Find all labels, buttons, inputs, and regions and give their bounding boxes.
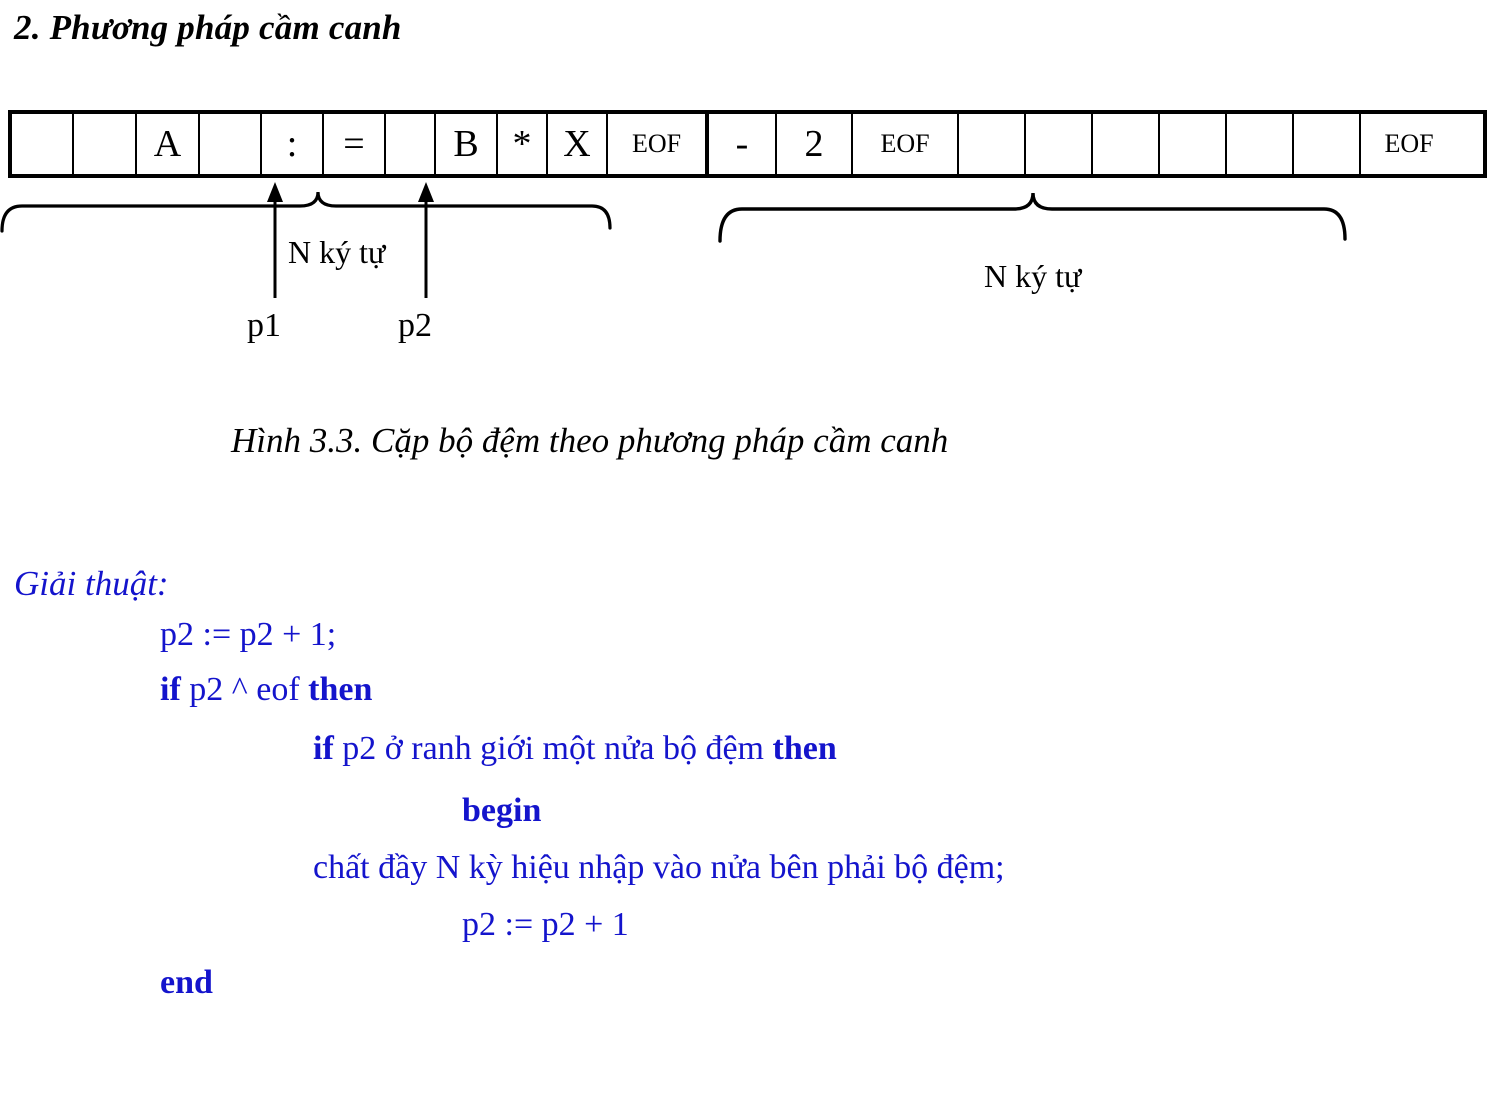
keyword-then: then (308, 671, 373, 708)
buffer-cell-empty (1160, 114, 1227, 174)
label-pointer-p2: p2 (398, 307, 432, 344)
buffer-cell-empty (386, 114, 436, 174)
left-half-brace-icon (0, 191, 612, 233)
buffer-cell-empty (200, 114, 262, 174)
algorithm-line-end: end (160, 966, 213, 1000)
page-title: 2. Phương pháp cầm canh (14, 8, 402, 47)
buffer-pair-diagram: A: = B * X EOF -2 EOF EOF (8, 110, 1487, 178)
algorithm-line-if-eof: if p2 ^ eof then (160, 673, 372, 707)
algorithm-heading: Giải thuật: (14, 564, 169, 603)
buffer-cell-empty (959, 114, 1026, 174)
buffer-cell--: - (709, 114, 777, 174)
buffer-cell-2: 2 (777, 114, 853, 174)
algorithm-line-begin: begin (462, 794, 541, 828)
buffer-cell-empty (12, 114, 74, 174)
buffer-cell-b: B (436, 114, 498, 174)
buffer-cell-empty (1227, 114, 1294, 174)
label-n-chars-left: N ký tự (288, 234, 386, 270)
keyword-end: end (160, 964, 213, 1001)
algorithm-line-if-boundary: if p2 ở ranh giới một nửa bộ đệm then (313, 732, 837, 766)
buffer-cell-empty (1294, 114, 1361, 174)
keyword-if-inner: if (313, 730, 334, 767)
algorithm-line-assign-2: p2 := p2 + 1 (462, 906, 629, 943)
algorithm-line-if-boundary-text: p2 ở ranh giới một nửa bộ đệm (333, 730, 773, 767)
label-pointer-p1: p1 (247, 307, 281, 344)
keyword-if: if (160, 671, 181, 708)
buffer-cell-eof: EOF (853, 114, 959, 174)
figure-caption: Hình 3.3. Cặp bộ đệm theo phương pháp cầ… (231, 421, 949, 460)
right-half-brace-icon (718, 192, 1347, 243)
buffer-cell-eof: EOF (608, 114, 709, 174)
pointer-p2-arrow-icon (418, 182, 434, 298)
buffer-cell-empty (1093, 114, 1160, 174)
buffer-cell-empty (1026, 114, 1093, 174)
buffer-cell-a: A (137, 114, 200, 174)
algorithm-line-if-eof-text: p2 ^ eof (180, 671, 309, 708)
keyword-begin: begin (462, 792, 542, 829)
algorithm-line-fill-buffer: chất đầy N kỳ hiệu nhập vào nửa bên phải… (313, 849, 1005, 886)
buffer-cell-eof: EOF (1384, 129, 1434, 158)
buffer-cell-empty (74, 114, 137, 174)
buffer-cell-=: = (324, 114, 386, 174)
pointer-p1-arrow-icon (267, 182, 283, 298)
buffer-cell-*: * (498, 114, 548, 174)
buffer-cell-x: X (548, 114, 608, 174)
keyword-then-inner: then (772, 730, 837, 767)
buffer-cell-:: : (262, 114, 324, 174)
label-n-chars-right: N ký tự (984, 258, 1082, 294)
algorithm-line-assign-1: p2 := p2 + 1; (160, 616, 337, 653)
